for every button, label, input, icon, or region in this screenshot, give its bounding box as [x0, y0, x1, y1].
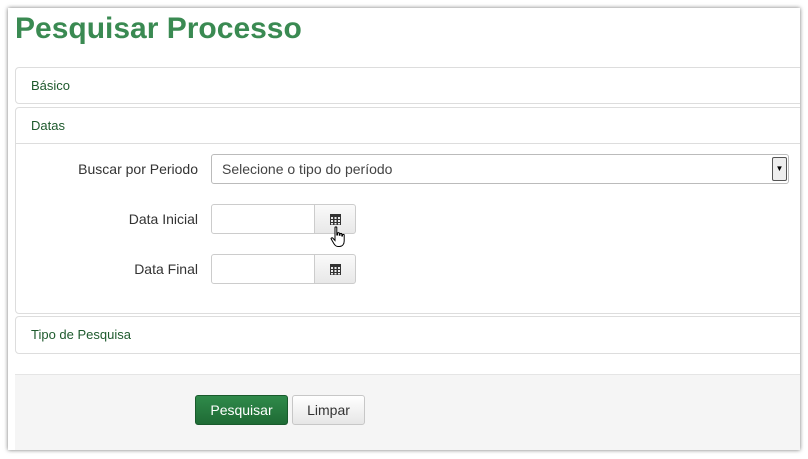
hand-pointer-icon [330, 226, 345, 247]
panel-basico: Básico [15, 67, 800, 104]
data-inicial-row: Data Inicial [16, 204, 800, 234]
data-inicial-label: Data Inicial [128, 211, 198, 227]
panel-tipo-pesquisa-header[interactable]: Tipo de Pesquisa [16, 317, 800, 353]
periodo-label: Buscar por Periodo [78, 161, 198, 177]
search-page: Pesquisar Processo Básico Datas Buscar p… [8, 8, 800, 450]
clear-button[interactable]: Limpar [292, 395, 365, 425]
page-title: Pesquisar Processo [15, 12, 302, 45]
data-final-input[interactable] [211, 254, 315, 284]
data-final-calendar-button[interactable] [314, 254, 356, 284]
periodo-select[interactable]: Selecione o tipo do período ▼ [211, 154, 789, 184]
chevron-down-icon[interactable]: ▼ [772, 157, 787, 181]
form-actions: Pesquisar Limpar [15, 374, 800, 450]
panel-tipo-pesquisa: Tipo de Pesquisa [15, 316, 800, 354]
panel-datas-header[interactable]: Datas [16, 108, 800, 144]
calendar-icon [329, 263, 341, 275]
panel-datas: Datas Buscar por Periodo Selecione o tip… [15, 107, 800, 314]
calendar-icon [329, 213, 341, 225]
panel-basico-header[interactable]: Básico [16, 68, 800, 104]
search-button[interactable]: Pesquisar [195, 395, 288, 425]
data-final-label: Data Final [134, 261, 198, 277]
periodo-select-value: Selecione o tipo do período [222, 161, 393, 177]
periodo-row: Buscar por Periodo Selecione o tipo do p… [16, 154, 800, 184]
data-final-row: Data Final [16, 254, 800, 284]
data-inicial-input[interactable] [211, 204, 315, 234]
